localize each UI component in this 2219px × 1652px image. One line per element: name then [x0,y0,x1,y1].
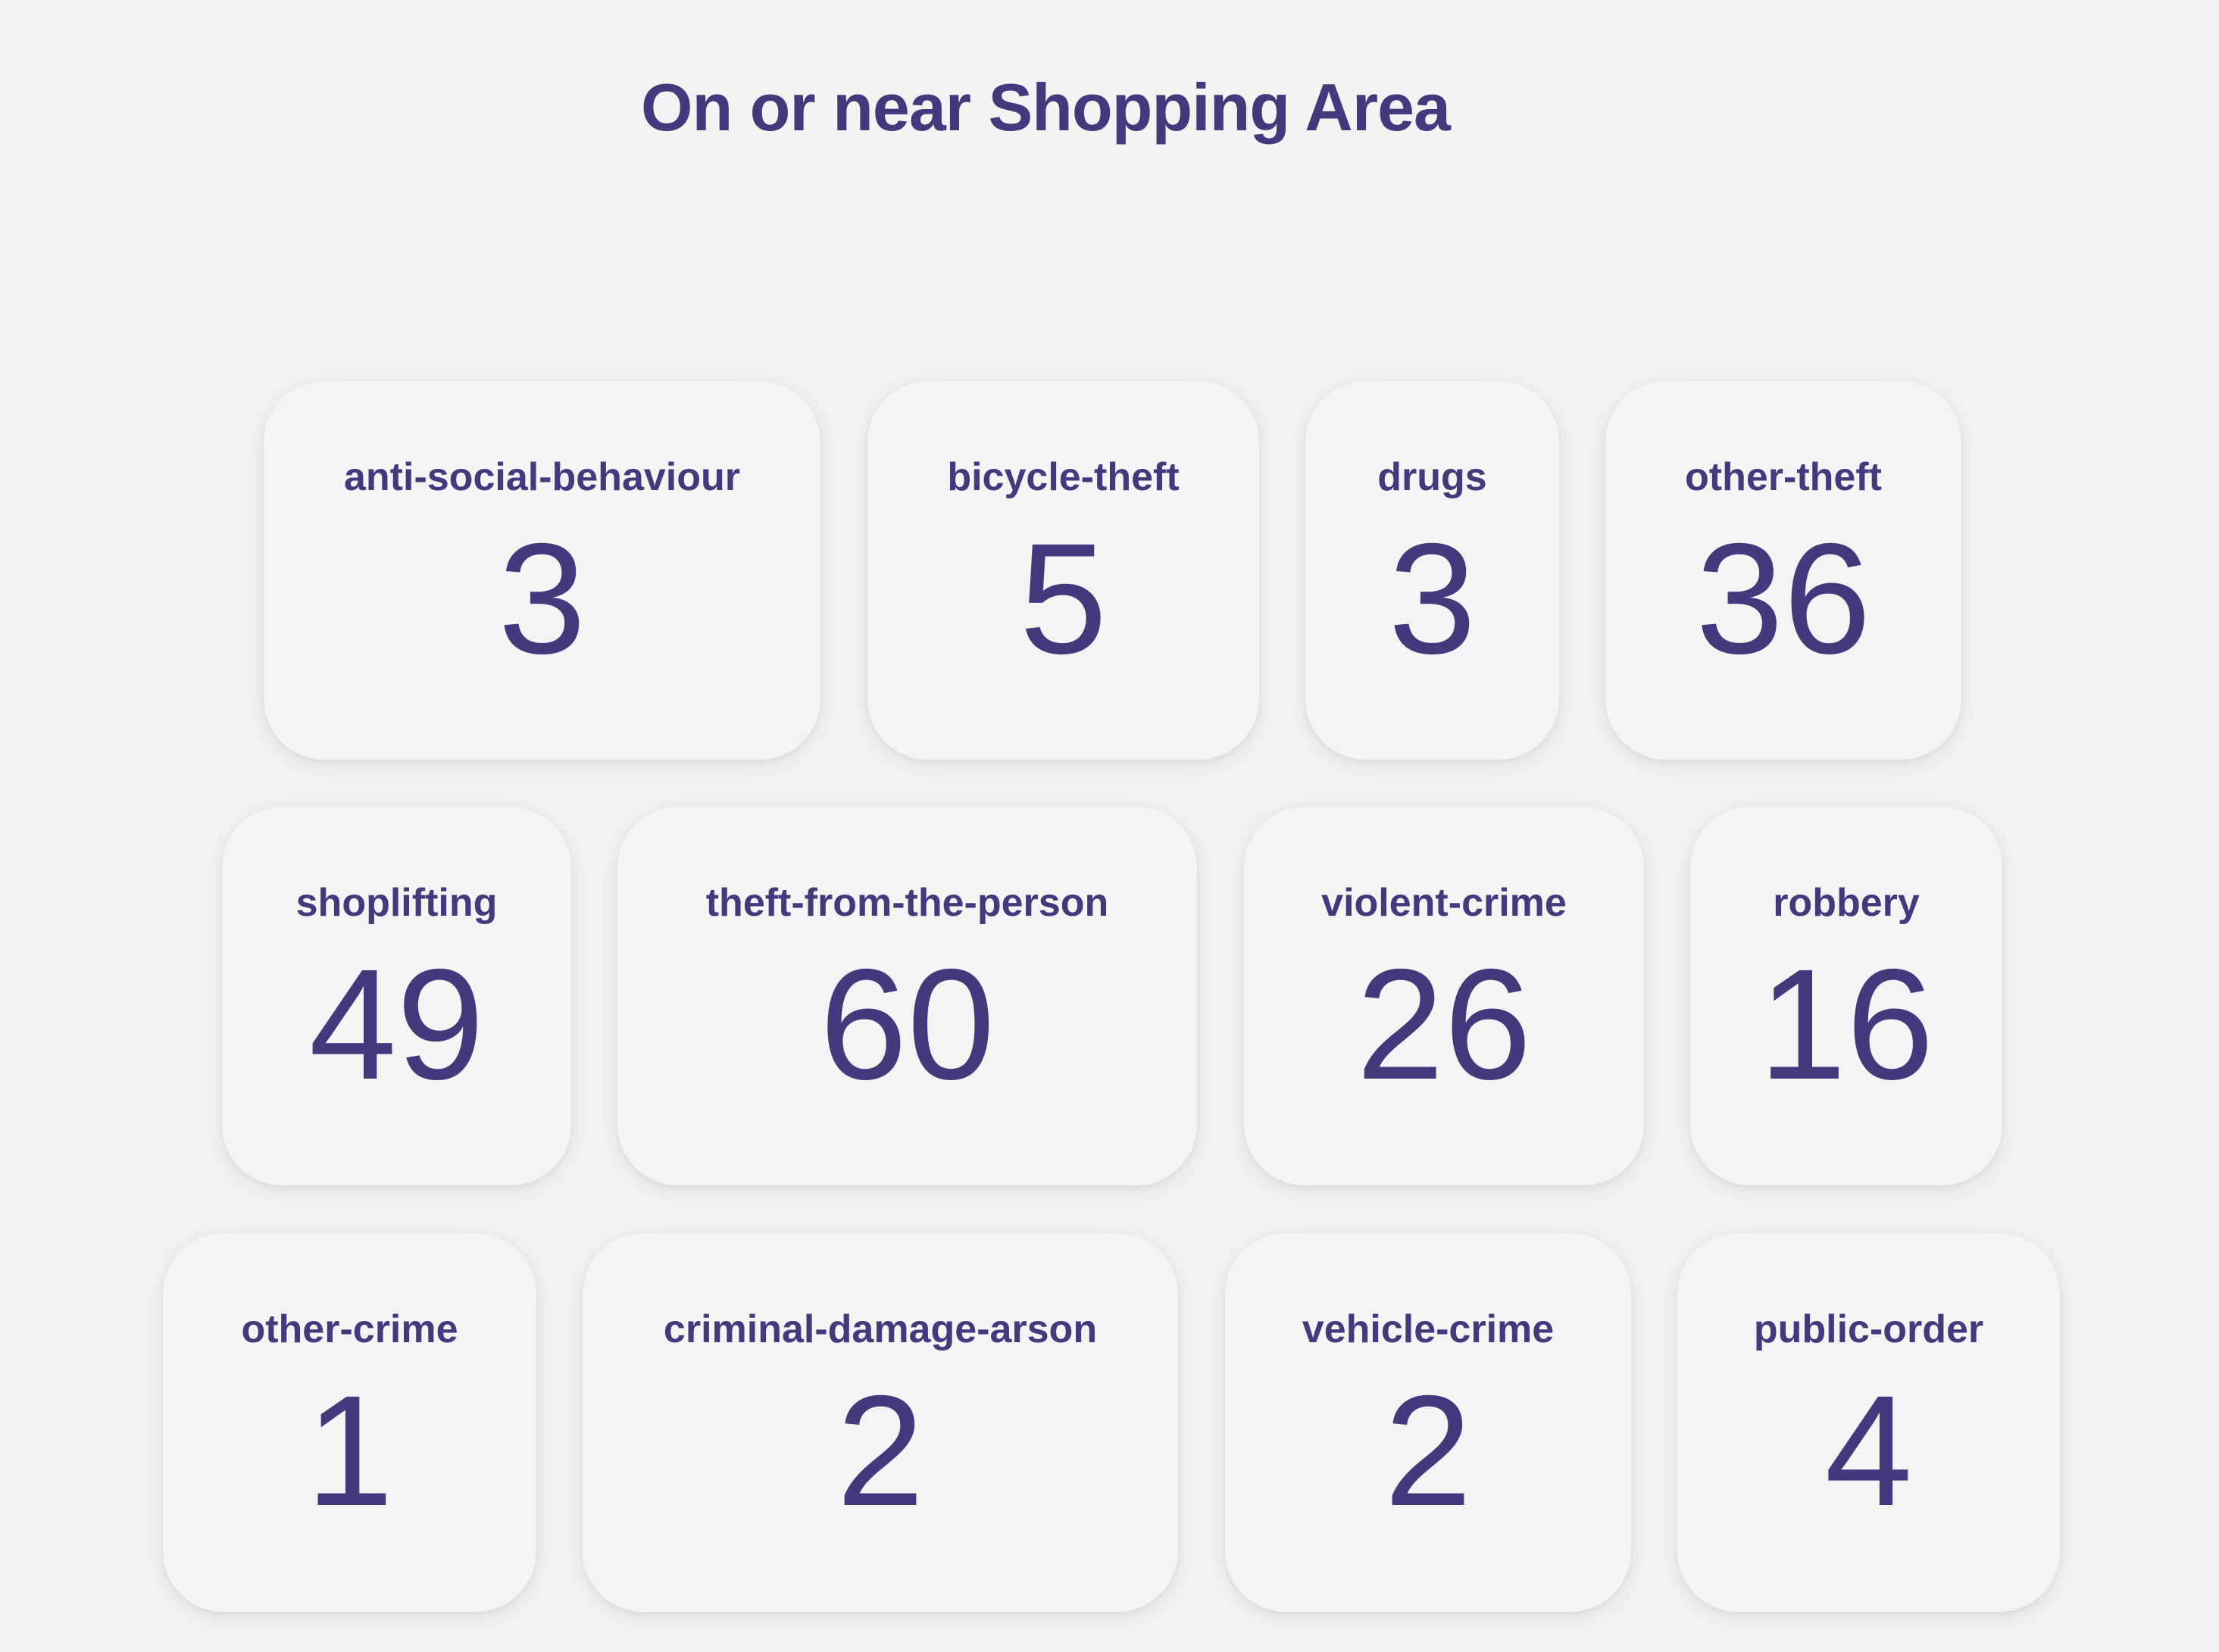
card-robbery: robbery 16 [1690,807,2002,1185]
card-public-order: public-order 4 [1677,1233,2060,1612]
card-count: 2 [1384,1363,1472,1539]
card-bicycle-theft: bicycle-theft 5 [867,381,1259,760]
card-criminal-damage-arson: criminal-damage-arson 2 [583,1233,1178,1612]
card-count: 5 [1019,511,1108,687]
card-label: violent-crime [1321,881,1567,925]
card-label: shoplifting [295,881,498,925]
card-label: other-theft [1685,455,1882,499]
card-other-theft: other-theft 36 [1605,381,1961,760]
card-theft-from-the-person: theft-from-the-person 60 [617,807,1197,1185]
card-label: drugs [1377,455,1487,499]
card-count: 49 [308,937,485,1113]
card-count: 4 [1824,1363,1913,1539]
card-count: 26 [1356,937,1532,1113]
card-label: other-crime [241,1307,458,1351]
card-label: robbery [1773,881,1920,925]
card-drugs: drugs 3 [1305,381,1559,760]
card-count: 3 [1388,511,1477,687]
card-label: criminal-damage-arson [663,1307,1098,1351]
card-count: 36 [1696,511,1871,687]
card-label: public-order [1753,1307,1984,1351]
card-label: theft-from-the-person [705,881,1109,925]
card-label: anti-social-behaviour [344,455,740,499]
card-shoplifting: shoplifting 49 [222,807,571,1185]
crime-category-grid: anti-social-behaviour 3 bicycle-theft 5 … [0,0,2219,1652]
card-count: 2 [836,1363,924,1539]
card-anti-social-behaviour: anti-social-behaviour 3 [264,381,820,760]
card-label: vehicle-crime [1302,1307,1555,1351]
card-count: 16 [1758,937,1934,1113]
card-label: bicycle-theft [947,455,1180,499]
card-count: 3 [498,511,586,687]
card-violent-crime: violent-crime 26 [1244,807,1644,1185]
card-count: 60 [819,937,995,1113]
card-vehicle-crime: vehicle-crime 2 [1225,1233,1631,1612]
card-count: 1 [305,1363,394,1539]
card-other-crime: other-crime 1 [163,1233,536,1612]
